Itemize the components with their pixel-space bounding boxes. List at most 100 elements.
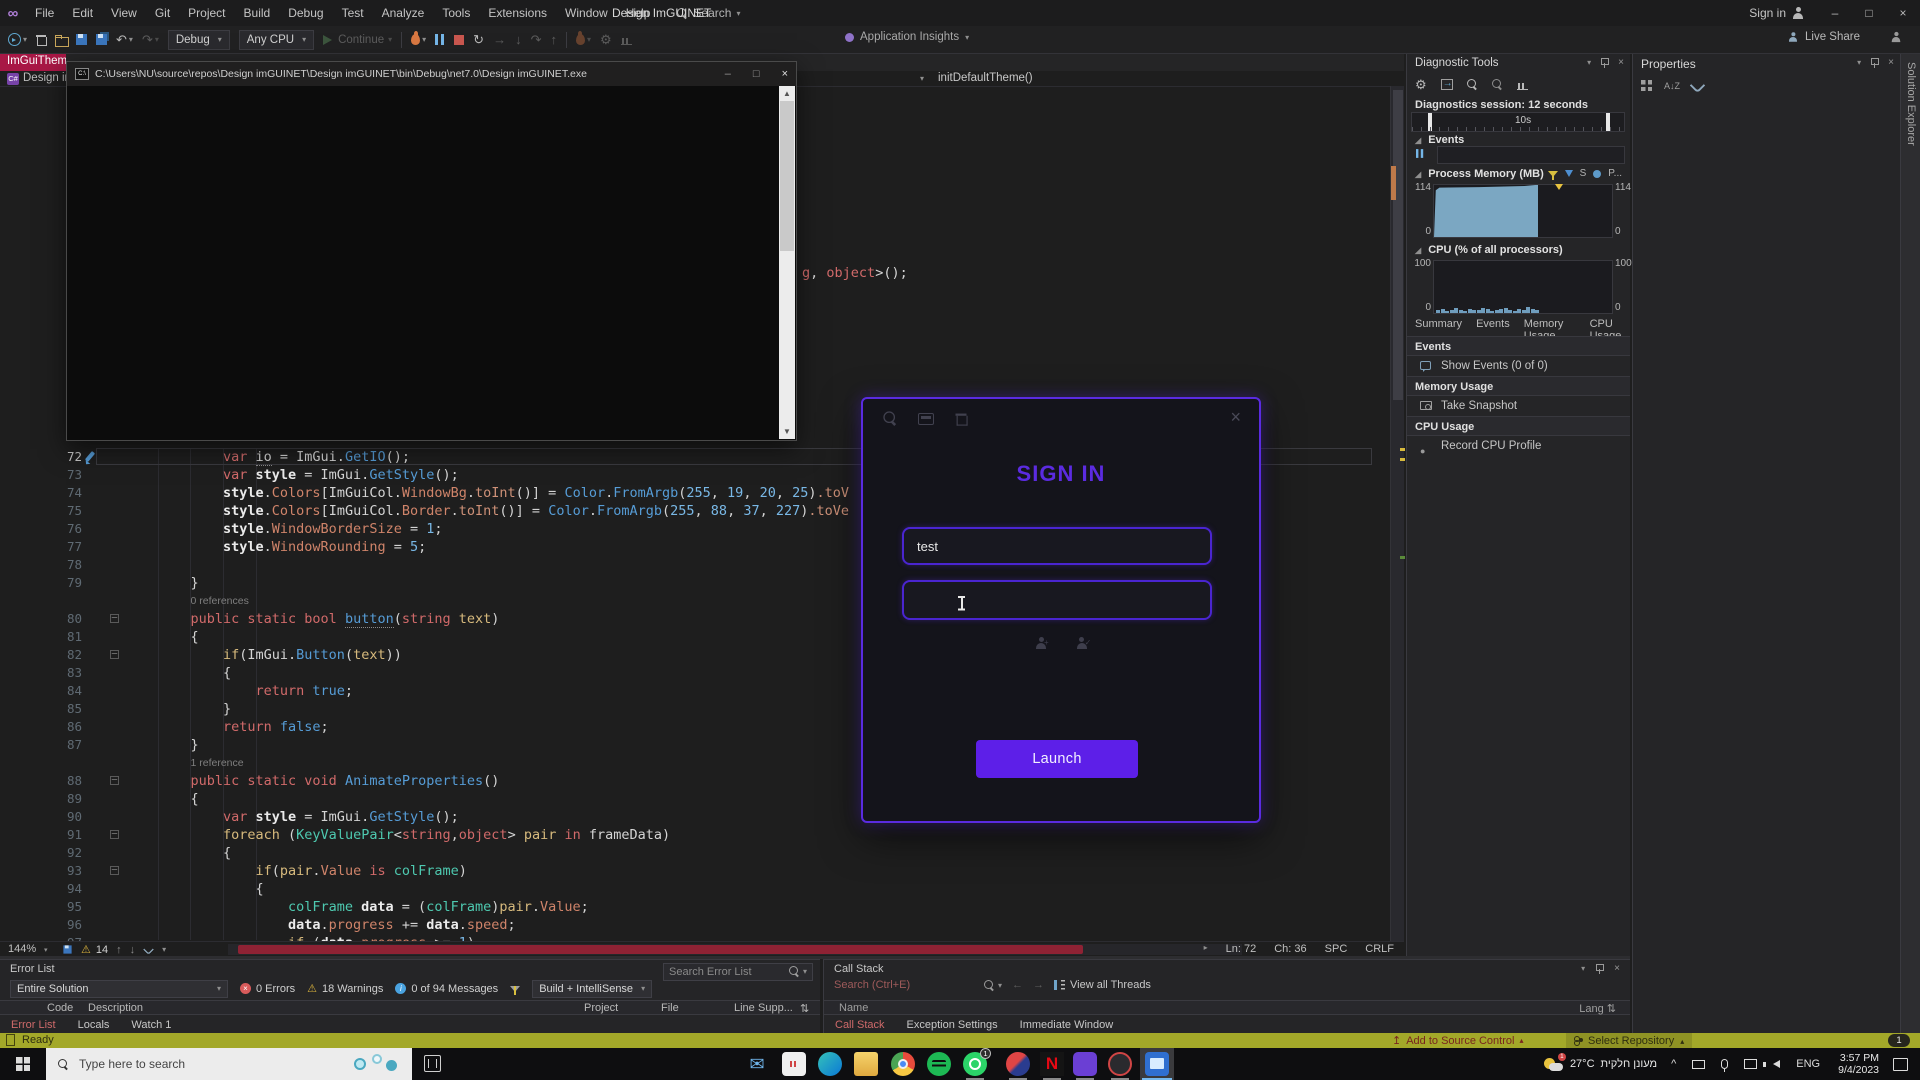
pause-events-button[interactable]: [1415, 148, 1425, 162]
menu-debug[interactable]: Debug: [279, 6, 332, 20]
cast-icon[interactable]: [1692, 1060, 1705, 1069]
verify-user-icon[interactable]: ✓: [1076, 637, 1095, 652]
column-project[interactable]: Project: [584, 1002, 618, 1014]
network-icon[interactable]: [1744, 1059, 1757, 1069]
menu-extensions[interactable]: Extensions: [479, 6, 556, 20]
perf-chart-icon[interactable]: [621, 34, 632, 45]
warnings-filter-button[interactable]: ⚠ 18 Warnings: [307, 982, 383, 995]
taskbar-app-store[interactable]: [782, 1052, 806, 1076]
menu-test[interactable]: Test: [333, 6, 373, 20]
forward-icon[interactable]: →: [1033, 979, 1044, 991]
chevron-down-icon[interactable]: ▾: [1581, 964, 1585, 973]
code-line[interactable]: 96data.progress += data.speed;: [0, 916, 1390, 934]
restart-icon[interactable]: ↻: [473, 32, 484, 48]
close-icon[interactable]: ×: [1618, 57, 1624, 68]
live-reload-icon[interactable]: ▾: [576, 34, 591, 45]
options-gear-icon[interactable]: ⚙: [600, 32, 612, 48]
column-supp[interactable]: Supp...: [758, 1002, 793, 1014]
messages-filter-button[interactable]: i 0 of 94 Messages: [395, 983, 498, 995]
taskbar-app-media-app[interactable]: [1006, 1052, 1030, 1076]
taskbar-app-chrome[interactable]: [891, 1052, 915, 1076]
tab-exception-settings[interactable]: Exception Settings: [896, 1017, 1009, 1034]
undo-icon[interactable]: ↶▾: [116, 32, 133, 48]
export-icon[interactable]: [1441, 79, 1453, 90]
chevron-down-icon[interactable]: ▾: [1587, 58, 1591, 67]
scrollbar-thumb[interactable]: [780, 101, 794, 251]
call-stack-search-input[interactable]: Search (Ctrl+E): [834, 979, 974, 991]
task-view-button[interactable]: [424, 1055, 441, 1072]
pin-icon[interactable]: [1595, 963, 1604, 974]
scrollbar-thumb[interactable]: [1393, 90, 1403, 400]
notification-badge[interactable]: 1: [1888, 1034, 1910, 1047]
stop-debugging-icon[interactable]: [454, 35, 464, 45]
section-item-record-cpu-profile[interactable]: ●Record CPU Profile: [1407, 436, 1630, 456]
collapse-icon[interactable]: –: [110, 830, 119, 839]
alphabetical-sort-icon[interactable]: A↓Z: [1664, 81, 1680, 91]
taskbar-app-running-app[interactable]: [1145, 1052, 1169, 1076]
tab-call-stack[interactable]: Call Stack: [824, 1017, 896, 1034]
close-icon[interactable]: ×: [1888, 57, 1894, 68]
chart-icon[interactable]: [1517, 79, 1528, 90]
ide-navigation-icon[interactable]: ▾: [8, 33, 27, 46]
application-insights-button[interactable]: Application Insights ▾: [845, 31, 969, 43]
delete-icon[interactable]: [36, 34, 46, 45]
pin-icon[interactable]: [1870, 57, 1879, 68]
step-over-icon[interactable]: ↷: [531, 32, 542, 48]
close-icon[interactable]: ×: [1230, 407, 1241, 428]
collapse-icon[interactable]: –: [110, 614, 119, 623]
menu-tools[interactable]: Tools: [433, 6, 479, 20]
taskbar-app-file-explorer[interactable]: [854, 1052, 878, 1076]
redo-icon[interactable]: ↷▾: [142, 32, 159, 48]
taskbar-app-whatsapp[interactable]: 1: [963, 1052, 987, 1076]
editor-vertical-scrollbar[interactable]: [1390, 86, 1404, 941]
settings-gear-icon[interactable]: ⚙: [1415, 78, 1427, 91]
live-share-button[interactable]: Live Share: [1787, 31, 1902, 43]
menu-analyze[interactable]: Analyze: [373, 6, 434, 20]
password-field[interactable]: [902, 580, 1212, 620]
search-icon[interactable]: [883, 411, 897, 425]
tab-imguitheme[interactable]: ImGuiTheme: [0, 54, 66, 71]
taskbar-search-input[interactable]: Type here to search: [46, 1048, 412, 1080]
hot-reload-icon[interactable]: ▾: [411, 34, 426, 45]
search-button[interactable]: ▾: [984, 980, 1002, 991]
tab-immediate-window[interactable]: Immediate Window: [1009, 1017, 1125, 1034]
scope-dropdown[interactable]: Entire Solution ▾: [10, 980, 228, 998]
filter-icon[interactable]: [510, 986, 520, 992]
zoom-out-icon[interactable]: [1492, 79, 1503, 90]
collapse-icon[interactable]: –: [110, 776, 119, 785]
menu-view[interactable]: View: [102, 6, 146, 20]
console-title-bar[interactable]: C:\ C:\Users\NU\source\repos\Design imGU…: [67, 62, 796, 86]
continue-button[interactable]: Continue▾: [323, 34, 392, 46]
close-button[interactable]: ×: [782, 68, 788, 80]
close-icon[interactable]: ×: [1614, 963, 1620, 974]
code-line[interactable]: 94{: [0, 880, 1390, 898]
next-issue-icon[interactable]: ↓: [130, 944, 136, 956]
tab-solution-explorer[interactable]: Solution Explorer: [1905, 62, 1917, 146]
scrollbar-thumb[interactable]: [238, 945, 1083, 954]
weather-widget[interactable]: 1 27°C מעונן חלקית: [1544, 1056, 1657, 1072]
expander-icon[interactable]: ◢: [1415, 170, 1421, 179]
chevron-down-icon[interactable]: ▾: [1857, 58, 1861, 67]
minimize-button[interactable]: –: [1818, 0, 1852, 26]
taskbar-app-spotify[interactable]: [927, 1052, 951, 1076]
pin-icon[interactable]: [1600, 57, 1609, 68]
add-to-source-control-button[interactable]: ↥ Add to Source Control ▴: [1392, 1034, 1523, 1047]
section-item-take-snapshot[interactable]: Take Snapshot: [1407, 396, 1630, 416]
error-list-search-input[interactable]: Search Error List ▾: [663, 963, 813, 981]
volume-icon[interactable]: [1773, 1060, 1780, 1068]
menu-git[interactable]: Git: [146, 6, 179, 20]
column-file[interactable]: File: [661, 1002, 679, 1014]
sign-in-button[interactable]: Sign in: [1749, 6, 1804, 20]
microphone-icon[interactable]: [1721, 1059, 1728, 1069]
open-file-icon[interactable]: [55, 35, 67, 45]
zoom-in-icon[interactable]: [1467, 79, 1478, 90]
sort-arrows-icon[interactable]: ⇅: [800, 1002, 809, 1015]
warning-count[interactable]: ⚠ 14: [81, 943, 108, 956]
reference-count-label[interactable]: 1 reference: [191, 754, 244, 772]
tab-watch-1[interactable]: Watch 1: [120, 1017, 182, 1034]
select-repository-button[interactable]: Select Repository ▴: [1566, 1033, 1692, 1048]
column-code[interactable]: Code: [47, 1002, 73, 1014]
show-next-statement-icon[interactable]: →: [493, 32, 506, 47]
taskbar-app-mail[interactable]: ✉: [745, 1052, 769, 1076]
username-field[interactable]: test: [902, 527, 1212, 565]
